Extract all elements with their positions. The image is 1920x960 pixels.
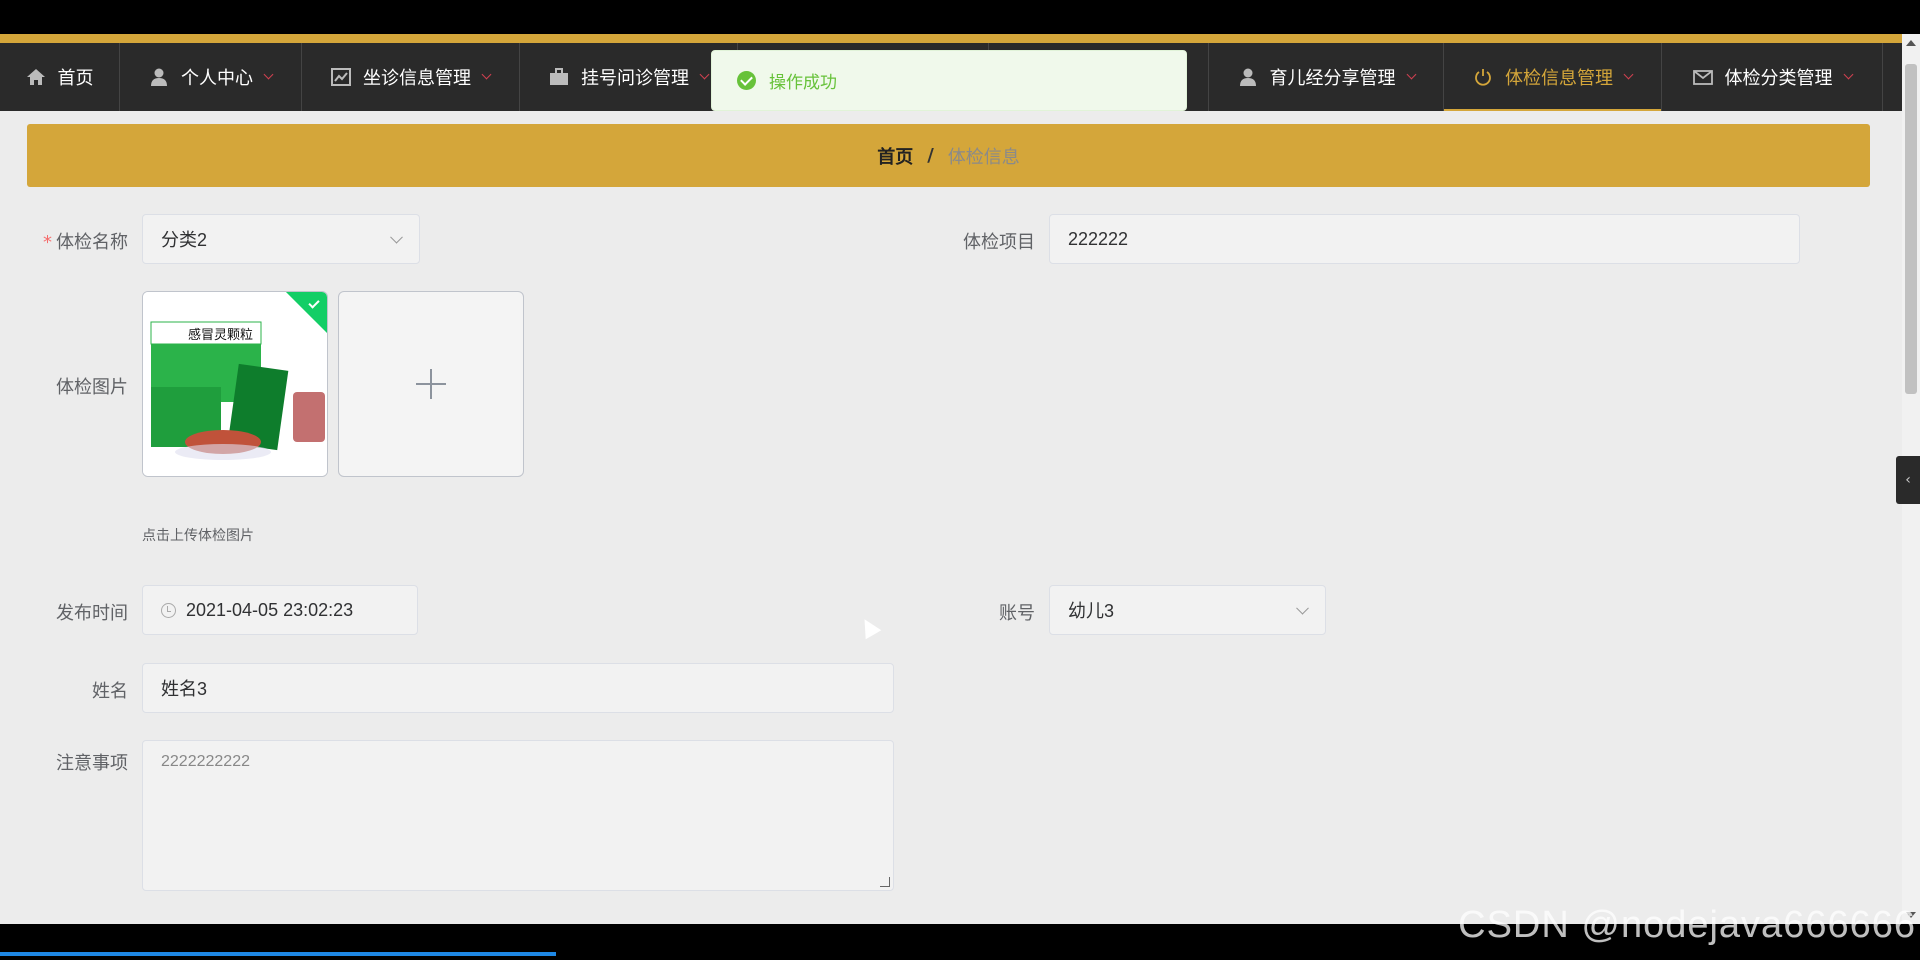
box-label: 感冒灵颗粒 bbox=[188, 327, 253, 343]
resize-handle[interactable] bbox=[880, 877, 890, 887]
mail-icon bbox=[1692, 68, 1713, 86]
briefcase-icon bbox=[549, 68, 569, 86]
image-upload-button[interactable] bbox=[338, 291, 524, 477]
nav-item-home[interactable]: 首页 bbox=[0, 43, 120, 111]
breadcrumb: 首页 / 体检信息 bbox=[27, 124, 1870, 187]
nav-item-label: 体检信息管理 bbox=[1505, 68, 1613, 89]
nav-item-label: 体检分类管理 bbox=[1724, 68, 1833, 89]
checkup-name-label-text: 体检名称 bbox=[56, 232, 128, 253]
breadcrumb-separator: / bbox=[927, 145, 934, 166]
notes-textarea[interactable]: 2222222222 bbox=[142, 740, 894, 891]
nav-item-checkup-category[interactable]: 体检分类管理 bbox=[1662, 43, 1883, 111]
checkup-project-input[interactable]: 222222 bbox=[1049, 214, 1800, 264]
check-circle-icon bbox=[737, 71, 756, 90]
success-toast: 操作成功 bbox=[711, 50, 1187, 111]
toast-message: 操作成功 bbox=[769, 73, 837, 93]
fullname-label: 姓名 bbox=[92, 681, 128, 702]
nav-item-label: 育儿经分享管理 bbox=[1269, 68, 1396, 89]
watermark: CSDN @nodejava666666 bbox=[1458, 904, 1916, 946]
required-marker: * bbox=[43, 232, 52, 253]
upload-hint: 点击上传体检图片 bbox=[142, 528, 254, 544]
breadcrumb-home[interactable]: 首页 bbox=[877, 143, 913, 169]
notes-value: 2222222222 bbox=[161, 753, 250, 770]
scroll-up-icon[interactable] bbox=[1906, 40, 1916, 46]
clock-icon bbox=[161, 602, 176, 618]
publish-time-label: 发布时间 bbox=[56, 603, 128, 624]
uploaded-image-thumbnail[interactable]: 感冒灵颗粒 bbox=[142, 291, 328, 477]
nav-item-label: 首页 bbox=[57, 68, 94, 89]
nav-item-parenting-share[interactable]: 育儿经分享管理 bbox=[1209, 43, 1444, 111]
scrollbar-thumb[interactable] bbox=[1905, 64, 1917, 394]
user-icon bbox=[149, 68, 169, 86]
power-icon bbox=[1473, 68, 1493, 86]
fullname-input[interactable]: 姓名3 bbox=[142, 663, 894, 713]
nav-item-label: 坐诊信息管理 bbox=[363, 68, 471, 89]
video-progress-bar[interactable] bbox=[0, 952, 556, 956]
side-collapse-tab[interactable]: ‹ bbox=[1896, 456, 1920, 504]
user-icon bbox=[1238, 68, 1258, 86]
nav-item-personal-center[interactable]: 个人中心 bbox=[120, 43, 302, 111]
medicine-box-image: 感冒灵颗粒 bbox=[143, 292, 327, 476]
account-select[interactable]: 幼儿3 bbox=[1049, 585, 1326, 635]
nav-item-clinic-info[interactable]: 坐诊信息管理 bbox=[302, 43, 520, 111]
checkup-name-label: * 体检名称 bbox=[40, 228, 128, 254]
publish-time-value: 2021-04-05 23:02:23 bbox=[186, 599, 354, 620]
fullname-value: 姓名3 bbox=[161, 679, 208, 699]
checkup-project-label: 体检项目 bbox=[963, 232, 1035, 253]
chevron-down-icon bbox=[1296, 601, 1309, 615]
nav-item-registration[interactable]: 挂号问诊管理 bbox=[520, 43, 738, 111]
chevron-down-icon bbox=[1406, 69, 1416, 80]
chevron-down-icon bbox=[1623, 69, 1634, 80]
plus-icon bbox=[416, 369, 446, 399]
chevron-down-icon bbox=[390, 230, 403, 244]
nav-item-label: 挂号问诊管理 bbox=[581, 68, 689, 89]
chevron-down-icon bbox=[263, 69, 274, 80]
checkup-image-label: 体检图片 bbox=[56, 377, 128, 398]
chevron-down-icon bbox=[699, 69, 710, 80]
chevron-down-icon bbox=[1843, 69, 1853, 80]
chevron-down-icon bbox=[481, 69, 492, 80]
nav-item-label: 个人中心 bbox=[181, 68, 253, 89]
checkup-name-value: 分类2 bbox=[161, 230, 208, 250]
accent-strip bbox=[0, 34, 1902, 43]
breadcrumb-current: 体检信息 bbox=[947, 146, 1020, 168]
checkup-project-value: 222222 bbox=[1068, 228, 1129, 249]
checkup-name-select[interactable]: 分类2 bbox=[142, 214, 420, 264]
home-icon bbox=[26, 68, 46, 86]
chevron-left-icon: ‹ bbox=[1905, 472, 1911, 488]
notes-label: 注意事项 bbox=[56, 753, 128, 774]
publish-time-picker[interactable]: 2021-04-05 23:02:23 bbox=[142, 585, 418, 635]
nav-item-checkup-info[interactable]: 体检信息管理 bbox=[1444, 43, 1662, 111]
window-top-bar bbox=[0, 0, 1920, 34]
account-value: 幼儿3 bbox=[1068, 601, 1115, 621]
account-label: 账号 bbox=[999, 603, 1035, 624]
chart-icon bbox=[331, 68, 351, 86]
